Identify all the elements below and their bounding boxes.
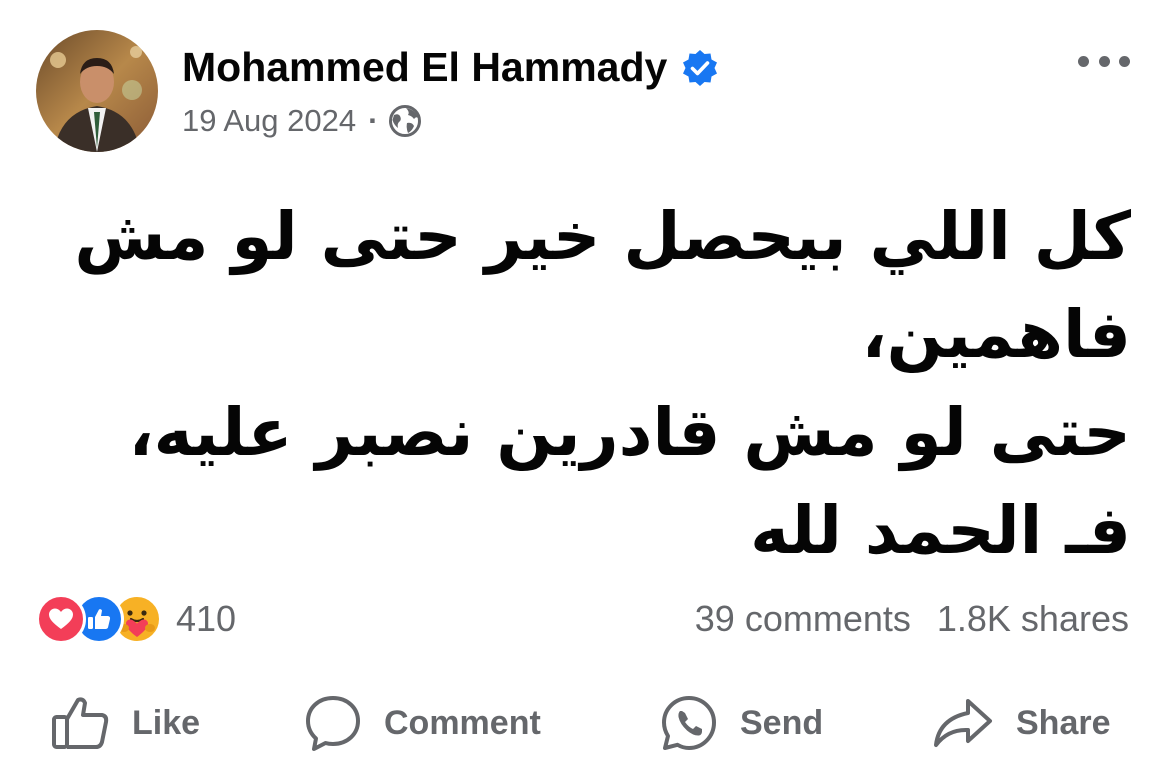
author-name-text[interactable]: Mohammed El Hammady <box>182 42 667 92</box>
post-text: كل اللي بيحصل خير حتى لو مش فاهمين، حتى … <box>74 188 1131 580</box>
love-icon <box>36 594 86 644</box>
post-date[interactable]: 19 Aug 2024 <box>182 100 356 142</box>
share-arrow-icon <box>934 699 992 747</box>
post-text-line: فـ الحمد لله <box>750 492 1131 569</box>
more-options-icon[interactable] <box>1078 46 1130 76</box>
reactions-summary[interactable]: 410 <box>36 592 236 646</box>
verified-badge-icon <box>681 48 719 86</box>
comments-count[interactable]: 39 comments <box>695 595 911 643</box>
more-dot <box>1119 55 1130 67</box>
post-text-line: فاهمين، <box>861 296 1131 373</box>
comment-bubble-icon <box>306 696 360 751</box>
send-button[interactable]: Send <box>660 690 823 756</box>
author-name[interactable]: Mohammed El Hammady <box>182 42 719 92</box>
like-button[interactable]: Like <box>50 690 200 756</box>
messenger-whatsapp-icon <box>662 696 716 750</box>
meta-separator: · <box>368 103 379 138</box>
globe-icon <box>388 104 422 138</box>
post-stats: 39 comments 1.8K shares <box>695 595 1129 643</box>
action-bar: Like Comment Send Share <box>0 690 1169 756</box>
comment-button[interactable]: Comment <box>304 690 541 756</box>
thumbs-up-icon <box>52 697 109 749</box>
comment-label: Comment <box>384 703 541 742</box>
post-meta: 19 Aug 2024 · <box>182 100 422 142</box>
send-label: Send <box>740 703 824 742</box>
share-label: Share <box>1016 703 1111 742</box>
post-text-line: حتى لو مش قادرين نصبر عليه، <box>128 394 1131 471</box>
more-dot <box>1098 55 1110 67</box>
reaction-count[interactable]: 410 <box>176 592 236 646</box>
shares-count[interactable]: 1.8K shares <box>937 595 1129 643</box>
more-dot <box>1078 55 1089 67</box>
author-avatar[interactable] <box>36 30 158 152</box>
share-button[interactable]: Share <box>932 690 1111 756</box>
post-text-line: كل اللي بيحصل خير حتى لو مش <box>74 198 1131 275</box>
like-label: Like <box>132 703 201 742</box>
